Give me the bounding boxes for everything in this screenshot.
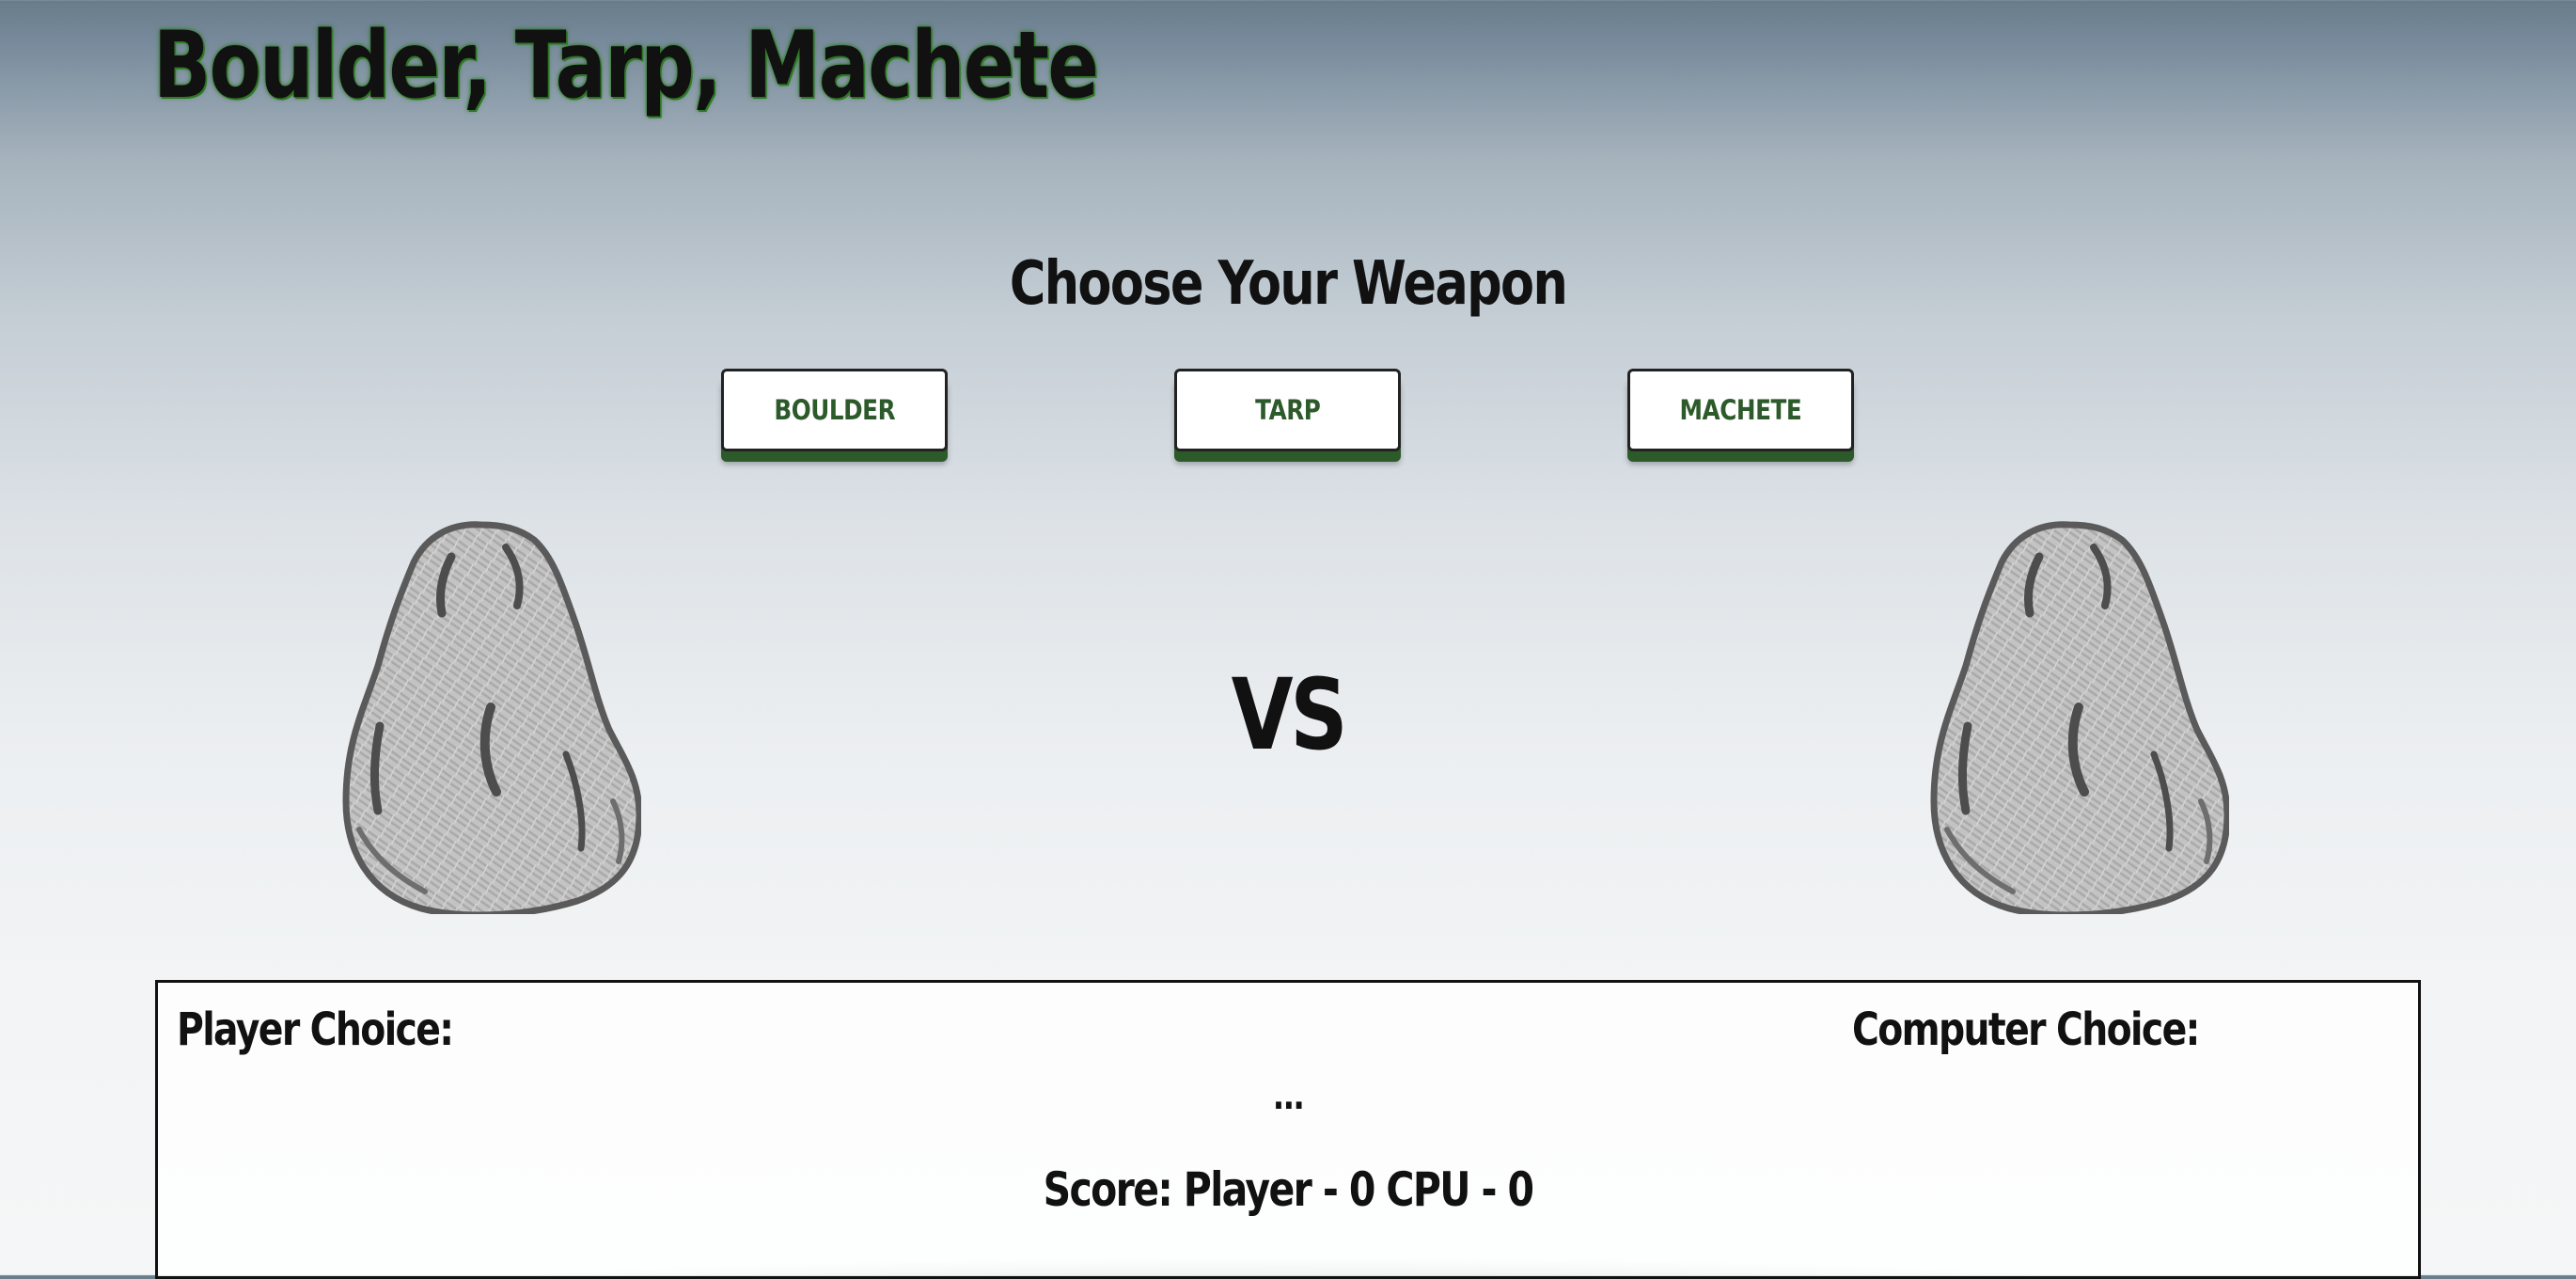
boulder-button[interactable]: BOULDER <box>721 369 948 451</box>
boulder-button-label: BOULDER <box>774 394 895 426</box>
results-panel: Player Choice: Computer Choice: ... Scor… <box>155 980 2421 1279</box>
tarp-button[interactable]: TARP <box>1174 369 1401 451</box>
machete-button[interactable]: MACHETE <box>1627 369 1854 451</box>
computer-boulder-icon <box>1930 521 2229 914</box>
tarp-button-label: TARP <box>1254 394 1321 426</box>
computer-choice-label: Computer Choice: <box>1852 1003 2200 1056</box>
choose-weapon-heading: Choose Your Weapon <box>1009 249 1568 319</box>
round-result-message: ... <box>1272 1075 1305 1118</box>
machete-button-label: MACHETE <box>1679 394 1802 426</box>
game-title: Boulder, Tarp, Machete <box>153 12 1099 119</box>
score-display: Score: Player - 0 CPU - 0 <box>1043 1162 1534 1217</box>
panel-shadow <box>440 1257 2136 1276</box>
player-choice-label: Player Choice: <box>177 1003 454 1056</box>
